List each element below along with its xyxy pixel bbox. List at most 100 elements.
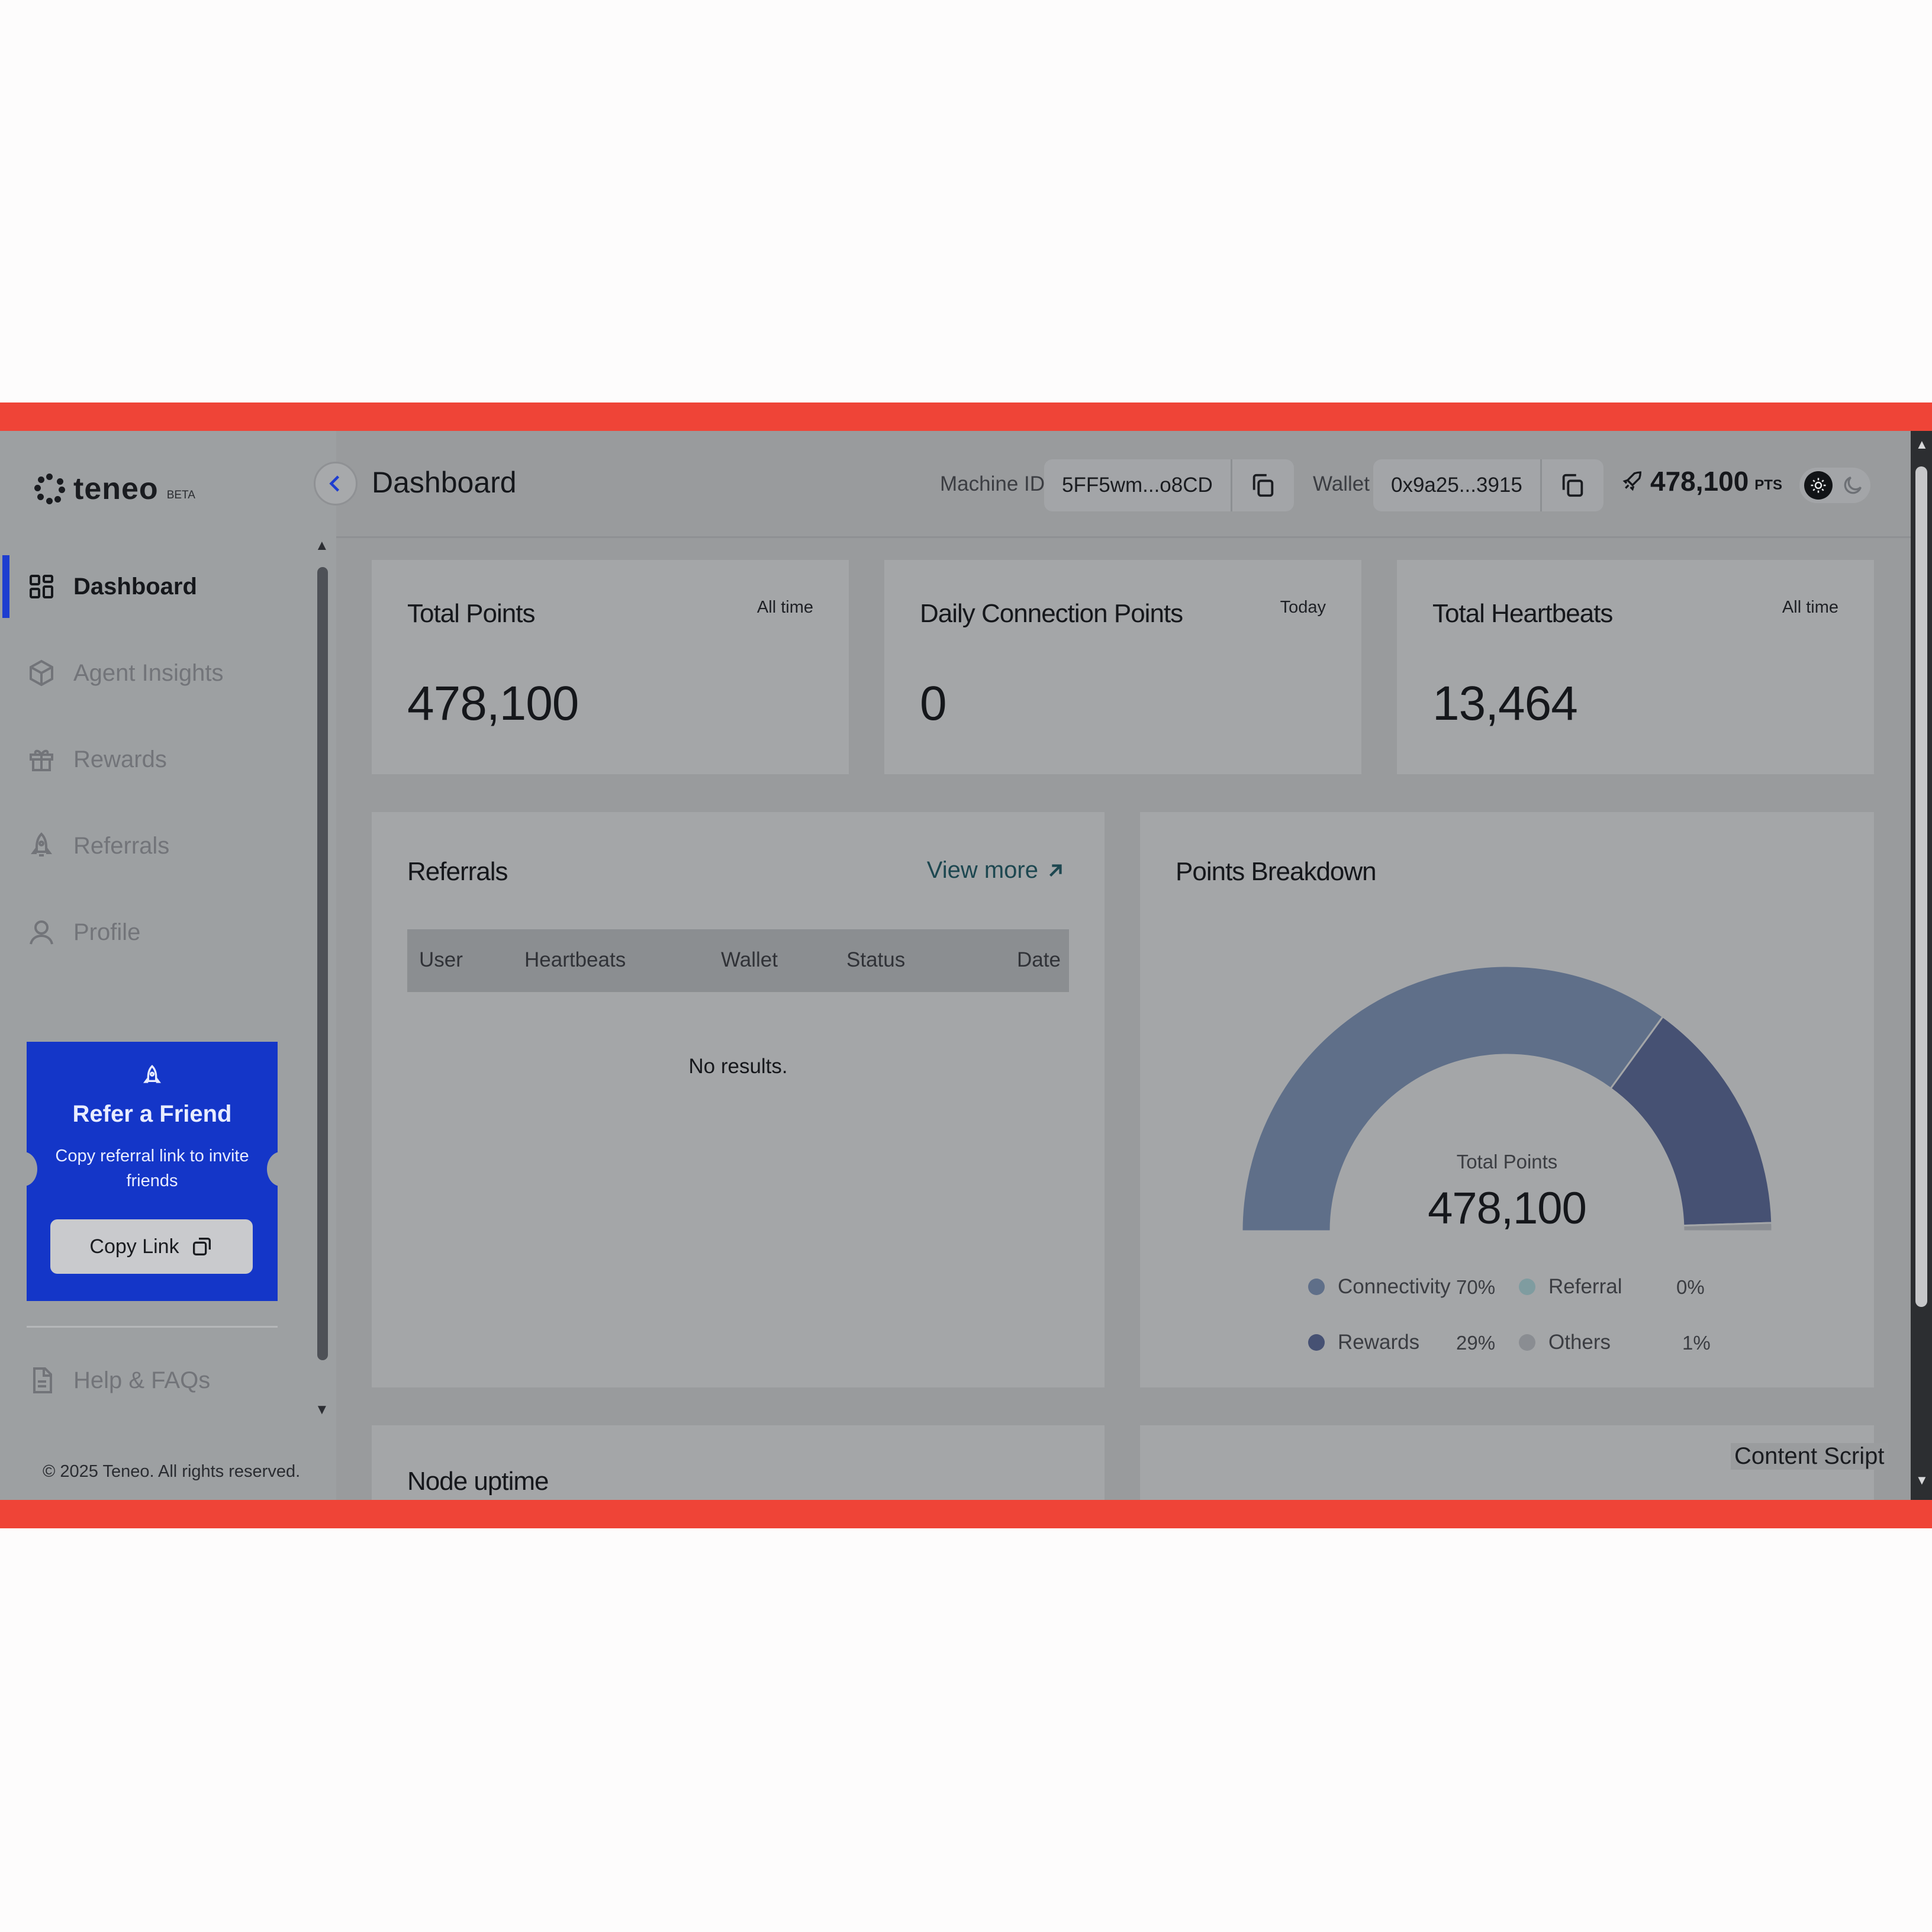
stat-card-total-points: Total Points All time 478,100 xyxy=(372,560,849,774)
scroll-down-arrow-icon[interactable]: ▼ xyxy=(1915,1473,1928,1488)
stat-period: All time xyxy=(1782,598,1838,617)
refer-title: Refer a Friend xyxy=(72,1101,232,1127)
scroll-down-arrow-icon[interactable]: ▼ xyxy=(315,1402,329,1418)
stat-period: All time xyxy=(756,598,813,617)
column-header-date[interactable]: Date xyxy=(1017,948,1061,972)
legend-label: Others xyxy=(1548,1331,1611,1354)
collapse-sidebar-button[interactable] xyxy=(314,462,358,505)
legend-item-others: Others xyxy=(1519,1331,1611,1354)
sidebar-item-agent-insights[interactable]: Agent Insights xyxy=(0,630,308,716)
copy-icon xyxy=(192,1238,211,1255)
stat-value: 13,464 xyxy=(1432,677,1578,730)
referrals-card: Referrals View more User Heartbeats Wall… xyxy=(372,812,1105,1387)
sidebar-scroll-thumb[interactable] xyxy=(317,567,328,1360)
stat-value: 0 xyxy=(920,677,947,730)
view-more-label: View more xyxy=(926,857,1038,883)
legend-label: Rewards xyxy=(1338,1331,1420,1354)
beta-badge: BETA xyxy=(166,489,195,501)
legend-item-referral: Referral xyxy=(1519,1275,1622,1299)
node-uptime-card: Node uptime xyxy=(372,1425,1105,1500)
copy-icon xyxy=(1562,474,1583,497)
machine-id-field: 5FF5wm...o8CD xyxy=(1044,459,1294,511)
stat-period: Today xyxy=(1280,598,1326,617)
gauge-center-label: Total Points xyxy=(1456,1151,1558,1173)
legend-percent: 70% xyxy=(1456,1276,1496,1298)
copy-machine-id-button[interactable] xyxy=(1230,459,1294,511)
legend-percent: 29% xyxy=(1456,1332,1496,1354)
content-script-label: Content Script xyxy=(1731,1443,1888,1470)
wallet-field: 0x9a25...3915 xyxy=(1373,459,1603,511)
sidebar-item-profile[interactable]: Profile xyxy=(0,889,308,975)
sidebar-scrollbar[interactable]: ▲ ▼ xyxy=(311,537,333,1425)
machine-id-value: 5FF5wm...o8CD xyxy=(1062,474,1213,497)
moon-icon xyxy=(1841,474,1865,497)
points-gauge-chart xyxy=(1241,965,1773,1232)
app-window: teneo BETA Dashboard Agent Insights Rewa… xyxy=(0,431,1932,1500)
sidebar-item-rewards[interactable]: Rewards xyxy=(0,716,308,803)
stat-value: 478,100 xyxy=(407,677,579,730)
stat-title: Total Points xyxy=(407,599,535,628)
points-balance: 478,100 PTS xyxy=(1621,465,1782,497)
page-title: Dashboard xyxy=(372,466,517,499)
machine-id-label: Machine ID xyxy=(940,472,1045,495)
points-breakdown-card: Points Breakdown Total Points 478,100 Co… xyxy=(1140,812,1874,1387)
node-uptime-title: Node uptime xyxy=(407,1467,549,1496)
refer-a-friend-card: Refer a Friend Copy referral link to inv… xyxy=(10,1042,294,1301)
sidebar-item-label: Profile xyxy=(73,919,141,945)
sidebar-divider xyxy=(27,1326,278,1328)
page-scroll-thumb[interactable] xyxy=(1915,466,1927,1307)
legend-item-rewards: Rewards xyxy=(1308,1331,1419,1354)
copy-icon xyxy=(1252,474,1274,497)
scroll-up-arrow-icon[interactable]: ▲ xyxy=(315,537,329,554)
help-faqs-label: Help & FAQs xyxy=(73,1367,211,1393)
arrow-up-right-icon xyxy=(1049,864,1062,877)
legend-swatch xyxy=(1308,1334,1325,1351)
logo[interactable]: teneo BETA xyxy=(34,465,195,513)
stat-title: Total Heartbeats xyxy=(1432,599,1613,628)
points-unit: PTS xyxy=(1754,477,1782,493)
column-header-heartbeats[interactable]: Heartbeats xyxy=(524,948,626,972)
stat-card-total-heartbeats: Total Heartbeats All time 13,464 xyxy=(1397,560,1874,774)
rocket-icon xyxy=(27,832,56,860)
copy-link-button[interactable]: Copy Link xyxy=(50,1219,253,1274)
column-header-wallet[interactable]: Wallet xyxy=(721,948,778,972)
cube-icon xyxy=(27,659,56,687)
theme-toggle[interactable] xyxy=(1799,468,1870,503)
stat-title: Daily Connection Points xyxy=(920,599,1183,628)
chevron-left-icon xyxy=(329,475,340,492)
page-scrollbar[interactable]: ▲ ▼ xyxy=(1911,431,1932,1500)
sun-icon xyxy=(1804,471,1833,500)
legend-item-connectivity: Connectivity xyxy=(1308,1275,1451,1299)
document-icon xyxy=(33,1367,52,1393)
referrals-table-header: User Heartbeats Wallet Status Date xyxy=(407,929,1069,992)
refer-subtitle: Copy referral link to invite friends xyxy=(55,1147,249,1190)
empty-state-text: No results. xyxy=(688,1055,788,1078)
sidebar-item-label: Dashboard xyxy=(73,573,197,600)
legend-label: Connectivity xyxy=(1338,1275,1451,1298)
wallet-label: Wallet xyxy=(1313,472,1370,495)
points-value: 478,100 xyxy=(1650,466,1749,497)
gift-icon xyxy=(27,745,56,774)
legend-swatch xyxy=(1519,1279,1535,1295)
header-divider xyxy=(336,536,1911,538)
sidebar-item-label: Referrals xyxy=(73,832,170,859)
legend-percent: 1% xyxy=(1682,1332,1711,1354)
rocket-launch-icon xyxy=(1622,471,1642,491)
copy-wallet-button[interactable] xyxy=(1540,459,1603,511)
scroll-up-arrow-icon[interactable]: ▲ xyxy=(1915,437,1928,452)
stat-card-daily-connection-points: Daily Connection Points Today 0 xyxy=(884,560,1361,774)
legend-swatch xyxy=(1519,1334,1535,1351)
dashboard-grid-icon xyxy=(27,572,56,601)
sidebar-item-label: Rewards xyxy=(73,746,167,772)
user-icon xyxy=(27,918,56,946)
legend-swatch xyxy=(1308,1279,1325,1295)
sidebar-item-referrals[interactable]: Referrals xyxy=(0,803,308,889)
column-header-status[interactable]: Status xyxy=(846,948,905,972)
column-header-user[interactable]: User xyxy=(419,948,463,972)
sidebar-nav: Dashboard Agent Insights Rewards Referra… xyxy=(0,543,308,975)
logo-text: teneo xyxy=(73,472,159,506)
view-more-link[interactable]: View more xyxy=(927,857,1065,884)
legend-label: Referral xyxy=(1548,1275,1622,1298)
sidebar-item-dashboard[interactable]: Dashboard xyxy=(0,543,308,630)
help-faqs-link[interactable]: Help & FAQs xyxy=(27,1366,210,1395)
